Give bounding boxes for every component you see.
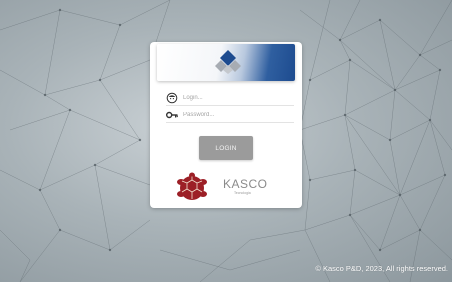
user-icon [166, 92, 178, 104]
header-banner [157, 44, 295, 81]
login-button[interactable]: LOGIN [199, 136, 253, 160]
password-field [166, 108, 294, 123]
brand-tagline: Tecnologia [234, 191, 251, 195]
login-input[interactable] [183, 91, 291, 104]
brand-name: KASCO [223, 177, 268, 191]
kasco-brand: KASCO Tecnologia [174, 172, 274, 202]
key-icon [166, 111, 178, 119]
login-field [166, 91, 294, 106]
kasco-diamond-logo [215, 50, 241, 74]
copyright-text: © Kasco P&D, 2023, All rights reserved. [315, 264, 448, 273]
password-input[interactable] [183, 108, 291, 121]
turtle-icon [177, 172, 207, 200]
login-card: LOGIN KASCO Tecnologia [150, 42, 302, 208]
